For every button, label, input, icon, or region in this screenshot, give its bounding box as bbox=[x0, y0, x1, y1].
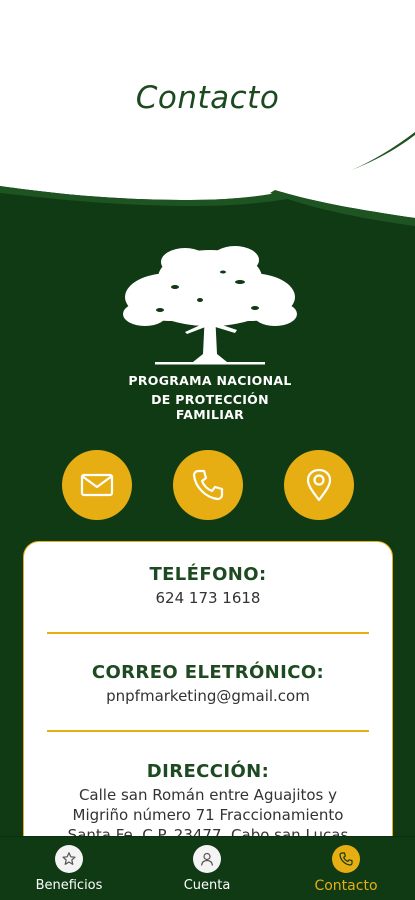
nav-item-cuenta[interactable]: Cuenta bbox=[152, 845, 262, 893]
email-section: CORREO ELETRÓNICO: pnpfmarketing@gmail.c… bbox=[24, 662, 392, 706]
phone-title: TELÉFONO: bbox=[149, 564, 267, 585]
email-title: CORREO ELETRÓNICO: bbox=[91, 662, 325, 683]
header-curve bbox=[0, 0, 415, 226]
divider bbox=[47, 632, 369, 634]
program-logo: PROGRAMA NACIONAL DE PROTECCIÓN FAMILIAR bbox=[115, 242, 305, 422]
nav-label-beneficios: Beneficios bbox=[35, 878, 103, 893]
bottom-navigation: Beneficios Cuenta Contacto bbox=[0, 836, 415, 900]
location-button[interactable] bbox=[284, 450, 354, 520]
nav-item-contacto[interactable]: Contacto bbox=[291, 845, 401, 894]
nav-label-contacto: Contacto bbox=[314, 878, 378, 894]
phone-icon bbox=[192, 469, 224, 501]
address-section: DIRECCIÓN: Calle san Román entre Aguajit… bbox=[24, 761, 392, 845]
email-button[interactable] bbox=[62, 450, 132, 520]
mail-icon bbox=[80, 473, 114, 497]
star-icon bbox=[62, 852, 76, 865]
nav-icon-circle bbox=[55, 845, 83, 873]
location-pin-icon bbox=[306, 468, 332, 502]
contact-actions bbox=[0, 450, 415, 522]
nav-icon-circle bbox=[193, 845, 221, 873]
call-button[interactable] bbox=[173, 450, 243, 520]
address-line1: Calle san Román entre Aguajitos y bbox=[78, 786, 338, 804]
phone-section: TELÉFONO: 624 173 1618 bbox=[24, 564, 392, 608]
phone-icon bbox=[339, 852, 353, 866]
phone-value[interactable]: 624 173 1618 bbox=[24, 588, 392, 608]
contact-screen: Contacto PROGRAMA NACIONAL DE PROTECCIÓN… bbox=[0, 0, 415, 900]
tree-logo-icon bbox=[123, 246, 297, 365]
nav-icon-circle bbox=[332, 845, 360, 873]
divider bbox=[47, 730, 369, 732]
nav-label-cuenta: Cuenta bbox=[183, 878, 231, 893]
address-line2: Migriño número 71 Fraccionamiento bbox=[72, 806, 344, 824]
address-title: DIRECCIÓN: bbox=[146, 761, 270, 782]
email-value[interactable]: pnpfmarketing@gmail.com bbox=[24, 686, 392, 706]
user-icon bbox=[200, 852, 214, 866]
page-title: Contacto bbox=[135, 80, 280, 116]
nav-item-beneficios[interactable]: Beneficios bbox=[14, 845, 124, 893]
logo-title-line1: PROGRAMA NACIONAL bbox=[128, 373, 292, 388]
logo-title-line2: DE PROTECCIÓN FAMILIAR bbox=[151, 392, 269, 422]
